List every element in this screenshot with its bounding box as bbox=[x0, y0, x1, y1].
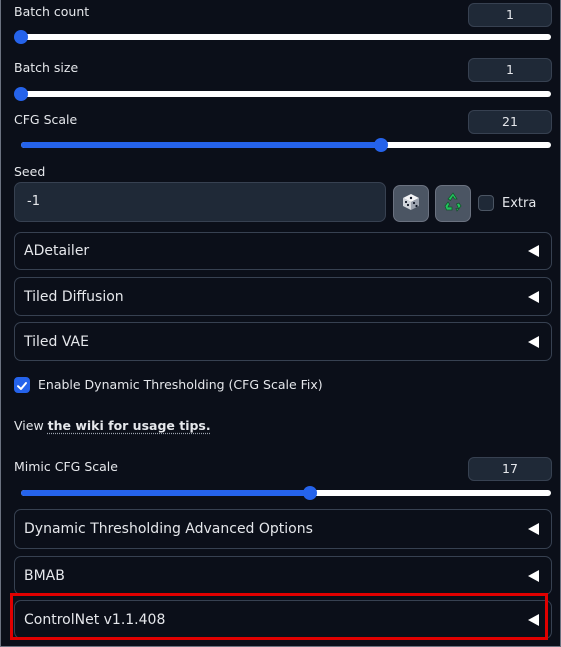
collapse-triangle-icon bbox=[528, 523, 539, 535]
mimic-cfg-scale-slider-thumb[interactable] bbox=[302, 486, 317, 500]
batch-count-slider-thumb[interactable] bbox=[14, 30, 28, 44]
controlnet-accordion[interactable]: ControlNet v1.1.408 bbox=[14, 600, 552, 639]
checkmark-icon bbox=[17, 382, 27, 390]
controlnet-accordion-title: ControlNet v1.1.408 bbox=[24, 611, 166, 628]
cfg-scale-label: CFG Scale bbox=[14, 112, 78, 127]
collapse-triangle-icon bbox=[528, 569, 539, 582]
dice-icon bbox=[401, 192, 421, 216]
cfg-scale-slider[interactable] bbox=[21, 138, 551, 152]
collapse-triangle-icon bbox=[528, 613, 539, 626]
collapse-triangle-icon bbox=[528, 335, 539, 348]
mimic-cfg-scale-label: Mimic CFG Scale bbox=[14, 459, 118, 474]
seed-label: Seed bbox=[14, 164, 46, 179]
batch-size-slider[interactable] bbox=[14, 87, 551, 101]
cfg-scale-slider-thumb[interactable] bbox=[374, 138, 389, 152]
collapse-triangle-icon bbox=[528, 290, 539, 303]
extra-checkbox[interactable] bbox=[478, 195, 494, 211]
dt-advanced-options-accordion[interactable]: Dynamic Thresholding Advanced Options bbox=[14, 509, 552, 549]
mimic-cfg-scale-slider-fill bbox=[21, 490, 310, 496]
mimic-cfg-scale-input[interactable]: 17 bbox=[468, 457, 552, 481]
adetailer-accordion-title: ADetailer bbox=[24, 243, 90, 259]
tiled-vae-accordion-title: Tiled VAE bbox=[24, 333, 89, 350]
batch-count-input[interactable]: 1 bbox=[468, 3, 552, 27]
bmab-accordion-title: BMAB bbox=[24, 567, 65, 584]
enable-dynamic-thresholding-label: Enable Dynamic Thresholding (CFG Scale F… bbox=[38, 377, 323, 392]
adetailer-accordion[interactable]: ADetailer bbox=[14, 232, 552, 270]
batch-size-slider-thumb[interactable] bbox=[14, 87, 28, 101]
collapse-triangle-icon bbox=[528, 245, 539, 257]
wiki-link[interactable]: the wiki for usage tips. bbox=[48, 418, 211, 433]
settings-panel: Batch count 1 Batch size 1 CFG Scale 21 … bbox=[0, 0, 561, 647]
batch-size-input[interactable]: 1 bbox=[468, 58, 552, 82]
reuse-seed-button[interactable] bbox=[435, 185, 471, 222]
random-seed-button[interactable] bbox=[393, 185, 429, 222]
mimic-cfg-scale-slider[interactable] bbox=[21, 486, 551, 500]
wiki-hint-text: View the wiki for usage tips. bbox=[14, 418, 211, 433]
tiled-vae-accordion[interactable]: Tiled VAE bbox=[14, 322, 552, 361]
wiki-hint-prefix: View bbox=[14, 418, 48, 433]
batch-count-slider[interactable] bbox=[14, 30, 551, 44]
cfg-scale-slider-fill bbox=[21, 142, 382, 148]
recycle-icon bbox=[442, 191, 464, 217]
cfg-scale-input[interactable]: 21 bbox=[468, 110, 552, 134]
bmab-accordion[interactable]: BMAB bbox=[14, 556, 552, 595]
seed-input[interactable]: -1 bbox=[14, 182, 386, 222]
batch-count-label: Batch count bbox=[14, 4, 90, 19]
enable-dynamic-thresholding-checkbox[interactable] bbox=[14, 377, 30, 393]
dt-advanced-options-accordion-title: Dynamic Thresholding Advanced Options bbox=[24, 521, 313, 537]
tiled-diffusion-accordion-title: Tiled Diffusion bbox=[24, 288, 124, 305]
batch-size-label: Batch size bbox=[14, 60, 79, 75]
tiled-diffusion-accordion[interactable]: Tiled Diffusion bbox=[14, 277, 552, 316]
extra-label: Extra bbox=[502, 196, 537, 211]
